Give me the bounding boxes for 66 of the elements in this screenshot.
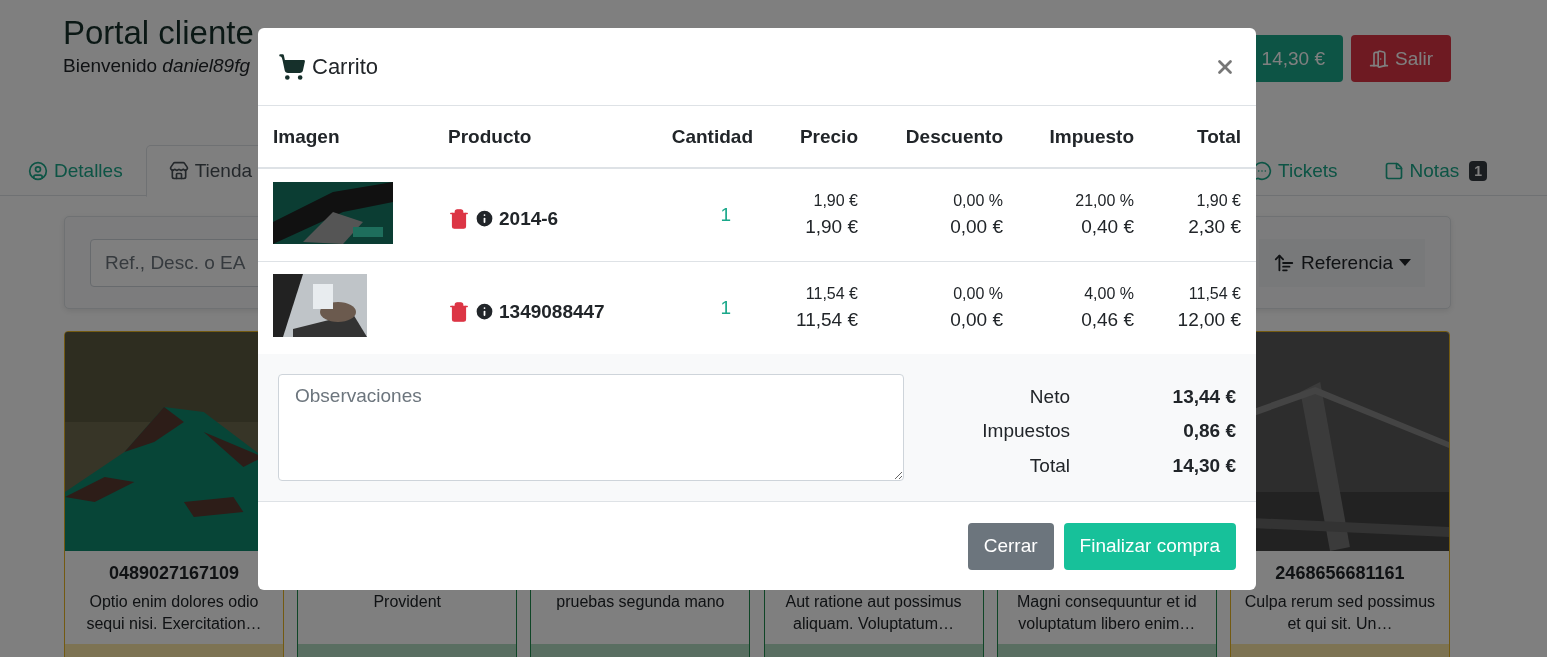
product-description: Optio enim dolores odio sequi nisi. Exercitation… (85, 592, 263, 634)
column-header: Producto (448, 125, 532, 147)
product-code: 1349088447 (499, 300, 605, 323)
close-dialog-button[interactable]: Cerrar (967, 522, 1054, 570)
welcome-text: Bienvenido daniel89fg (63, 55, 251, 78)
tab-label: Detalles (54, 160, 123, 182)
column-header: Precio (799, 125, 858, 147)
discount-rate: 0,00 % (952, 284, 1003, 303)
store-icon (168, 161, 189, 181)
cart-icon (278, 52, 306, 81)
user-icon (28, 161, 48, 181)
summary-label: Impuestos (981, 420, 1070, 444)
price-value: 1,90 € (804, 215, 858, 238)
tab-label: Tienda (194, 160, 253, 182)
quantity-value[interactable]: 1 (720, 296, 753, 318)
info-icon[interactable] (474, 208, 495, 230)
base-price: 1,90 € (812, 191, 858, 210)
discount-value: 0,00 € (949, 215, 1003, 238)
product-reference: 0489027167109 (108, 563, 240, 583)
base-price: 11,54 € (804, 284, 858, 303)
discount-rate: 0,00 % (952, 191, 1003, 210)
delete-icon[interactable] (448, 300, 470, 323)
total-value: 2,30 € (1187, 215, 1241, 238)
product-description: Culpa rerum sed possimus et qui sit. Un… (1243, 592, 1437, 634)
tax-value: 0,46 € (1080, 308, 1134, 331)
tax-rate: 21,00 % (1074, 191, 1134, 210)
column-header: Cantidad (671, 125, 753, 147)
tax-value: 0,40 € (1080, 215, 1134, 238)
column-header: Total (1197, 125, 1241, 147)
quantity-value[interactable]: 1 (720, 203, 753, 225)
info-icon[interactable] (474, 301, 495, 323)
sort-dropdown[interactable]: Referencia (1259, 238, 1425, 287)
product-description: Provident (372, 592, 442, 612)
product-description: pruebas segunda mano (555, 592, 726, 612)
discount-value: 0,00 € (949, 308, 1003, 331)
price-value: 11,54 € (795, 308, 858, 331)
tax-rate: 4,00 % (1083, 284, 1134, 303)
delete-icon[interactable] (448, 207, 470, 230)
product-description: Magni consequuntur et id voluptatum libero enim… (1015, 592, 1198, 634)
note-icon (1383, 161, 1404, 181)
summary-value: 0,86 € (1182, 420, 1236, 444)
count-badge: 1 (1469, 161, 1487, 181)
total-value: 12,00 € (1176, 308, 1241, 331)
product-code: 2014-6 (499, 207, 559, 230)
column-header: Imagen (273, 125, 340, 147)
checkout-button[interactable]: Finalizar compra (1063, 522, 1236, 570)
notes-field[interactable]: Observaciones (278, 374, 904, 481)
product-description: Aut ratione aut possimus aliquam. Voluptatum… (784, 592, 963, 634)
dialog-title: Carrito (312, 53, 378, 80)
summary-label: Neto (1028, 386, 1070, 409)
door-icon (1369, 48, 1389, 69)
caret-icon (1399, 259, 1411, 266)
summary-value: 13,44 € (1171, 386, 1236, 409)
summary-value: 14,30 € (1171, 454, 1236, 478)
logout-button[interactable]: Salir (1351, 35, 1451, 82)
tab[interactable]: Detalles (5, 145, 146, 197)
subtotal-value: 11,54 € (1187, 284, 1241, 303)
tab-label: Notas (1409, 160, 1460, 182)
tab[interactable]: Notas 1 (1360, 145, 1510, 197)
column-header: Impuesto (1049, 125, 1134, 147)
page-title: Portal cliente (63, 15, 254, 52)
subtotal-value: 1,90 € (1195, 191, 1241, 210)
tab-label: Tickets (1278, 160, 1338, 182)
summary-label: Total (1028, 454, 1070, 478)
column-header: Descuento (905, 125, 1003, 147)
product-reference: 2468656681161 (1275, 563, 1405, 583)
